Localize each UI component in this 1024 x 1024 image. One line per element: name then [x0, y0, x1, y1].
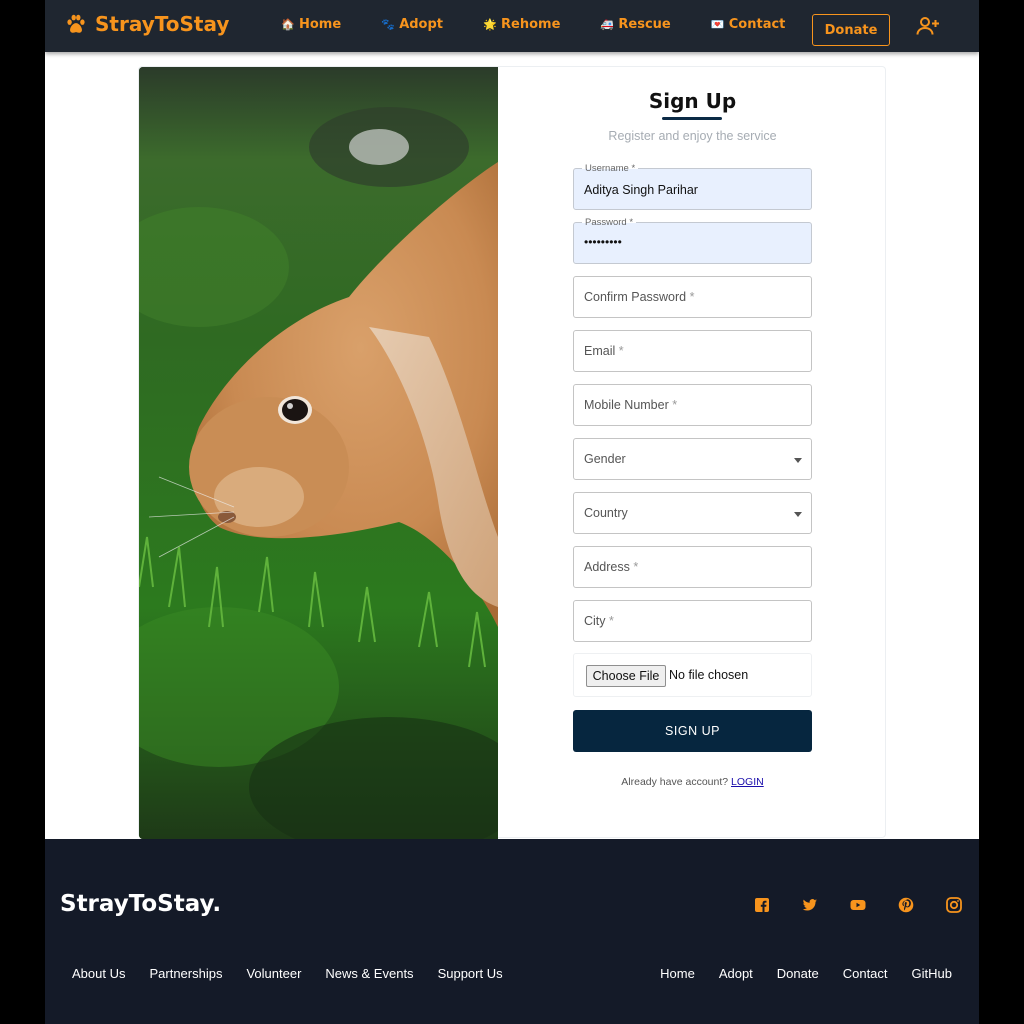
- donate-button[interactable]: Donate: [812, 14, 890, 46]
- footer-link-volunteer[interactable]: Volunteer: [246, 966, 301, 981]
- login-prompt-text: Already have account?: [621, 776, 729, 788]
- navbar: StrayToStay 🏠 Home 🐾 Adopt 🌟 Rehome 🚑 Re…: [45, 0, 979, 52]
- nav-links: 🏠 Home 🐾 Adopt 🌟 Rehome 🚑 Rescue 💌 Conta…: [281, 17, 825, 32]
- nav-rescue-label: Rescue: [618, 17, 671, 32]
- nav-home[interactable]: 🏠 Home: [281, 17, 341, 32]
- password-value: •••••••••: [584, 235, 622, 249]
- brand-name: StrayToStay: [95, 12, 230, 36]
- footer-link-adopt[interactable]: Adopt: [719, 966, 753, 981]
- nav-contact[interactable]: 💌 Contact: [711, 17, 786, 32]
- confirm-password-placeholder: Confirm Password *: [584, 290, 695, 304]
- footer-link-github[interactable]: GitHub: [912, 966, 952, 981]
- page-title: Sign Up: [648, 89, 737, 113]
- confirm-password-field[interactable]: Confirm Password *: [573, 276, 812, 318]
- login-link[interactable]: LOGIN: [731, 776, 764, 788]
- username-value: Aditya Singh Parihar: [584, 183, 698, 197]
- nav-home-label: Home: [299, 17, 342, 32]
- sign-up-button[interactable]: SIGN UP: [573, 710, 812, 752]
- footer-link-home[interactable]: Home: [660, 966, 695, 981]
- password-field[interactable]: Password * •••••••••: [573, 217, 812, 264]
- username-label: Username *: [582, 163, 639, 174]
- footer-link-partnerships[interactable]: Partnerships: [149, 966, 222, 981]
- mobile-number-field[interactable]: Mobile Number *: [573, 384, 812, 426]
- email-placeholder: Email *: [584, 344, 624, 358]
- page: StrayToStay 🏠 Home 🐾 Adopt 🌟 Rehome 🚑 Re…: [45, 0, 979, 1024]
- address-placeholder: Address *: [584, 560, 639, 574]
- footer-link-contact[interactable]: Contact: [843, 966, 888, 981]
- nav-contact-label: Contact: [728, 17, 786, 32]
- country-select[interactable]: Country: [573, 492, 812, 534]
- facebook-icon[interactable]: [754, 897, 770, 913]
- twitter-icon[interactable]: [802, 897, 818, 913]
- user-plus-icon[interactable]: [916, 16, 940, 36]
- footer-link-news-events[interactable]: News & Events: [325, 966, 413, 981]
- signup-card: Sign Up Register and enjoy the service U…: [138, 66, 886, 839]
- caret-down-icon: [794, 512, 802, 517]
- country-placeholder: Country: [584, 506, 628, 520]
- brand-logo[interactable]: StrayToStay: [65, 12, 229, 36]
- love-letter-icon: 💌: [710, 18, 725, 31]
- footer-link-about[interactable]: About Us: [72, 966, 125, 981]
- file-upload: Choose File No file chosen: [573, 653, 812, 697]
- youtube-icon[interactable]: [850, 897, 866, 913]
- rabbit-photo: [139, 67, 498, 839]
- title-underline: [662, 117, 722, 120]
- pinterest-icon[interactable]: [898, 897, 914, 913]
- star-icon: 🌟: [483, 18, 497, 31]
- mobile-placeholder: Mobile Number *: [584, 398, 678, 412]
- footer-link-donate[interactable]: Donate: [777, 966, 819, 981]
- gender-placeholder: Gender: [584, 452, 626, 466]
- footer-links-left: About Us Partnerships Volunteer News & E…: [72, 966, 527, 981]
- nav-rescue[interactable]: 🚑 Rescue: [600, 17, 670, 32]
- email-field[interactable]: Email *: [573, 330, 812, 372]
- city-field[interactable]: City *: [573, 600, 812, 642]
- footer-brand: StrayToStay.: [60, 891, 222, 917]
- footer-links-right: Home Adopt Donate Contact GitHub: [636, 966, 952, 981]
- ambulance-icon: 🚑: [600, 18, 615, 31]
- footer-link-support[interactable]: Support Us: [438, 966, 503, 981]
- paw-icon: [67, 14, 85, 33]
- gender-select[interactable]: Gender: [573, 438, 812, 480]
- social-links: [754, 897, 979, 913]
- login-prompt: Already have account? LOGIN: [573, 776, 812, 788]
- footer: StrayToStay. About Us Partnerships Volun…: [45, 839, 979, 1024]
- address-field[interactable]: Address *: [573, 546, 812, 588]
- house-icon: 🏠: [281, 18, 295, 31]
- file-status: No file chosen: [669, 668, 749, 682]
- nav-adopt-label: Adopt: [399, 17, 444, 32]
- city-placeholder: City *: [584, 614, 614, 628]
- paw-prints-icon: 🐾: [381, 18, 395, 31]
- instagram-icon[interactable]: [946, 897, 962, 913]
- nav-adopt[interactable]: 🐾 Adopt: [381, 17, 443, 32]
- choose-file-button[interactable]: Choose File: [586, 665, 666, 687]
- password-label: Password *: [582, 217, 637, 228]
- username-field[interactable]: Username * Aditya Singh Parihar: [573, 163, 812, 210]
- nav-rehome-label: Rehome: [501, 17, 561, 32]
- page-subtitle: Register and enjoy the service: [608, 129, 777, 143]
- nav-rehome[interactable]: 🌟 Rehome: [483, 17, 560, 32]
- caret-down-icon: [794, 458, 802, 463]
